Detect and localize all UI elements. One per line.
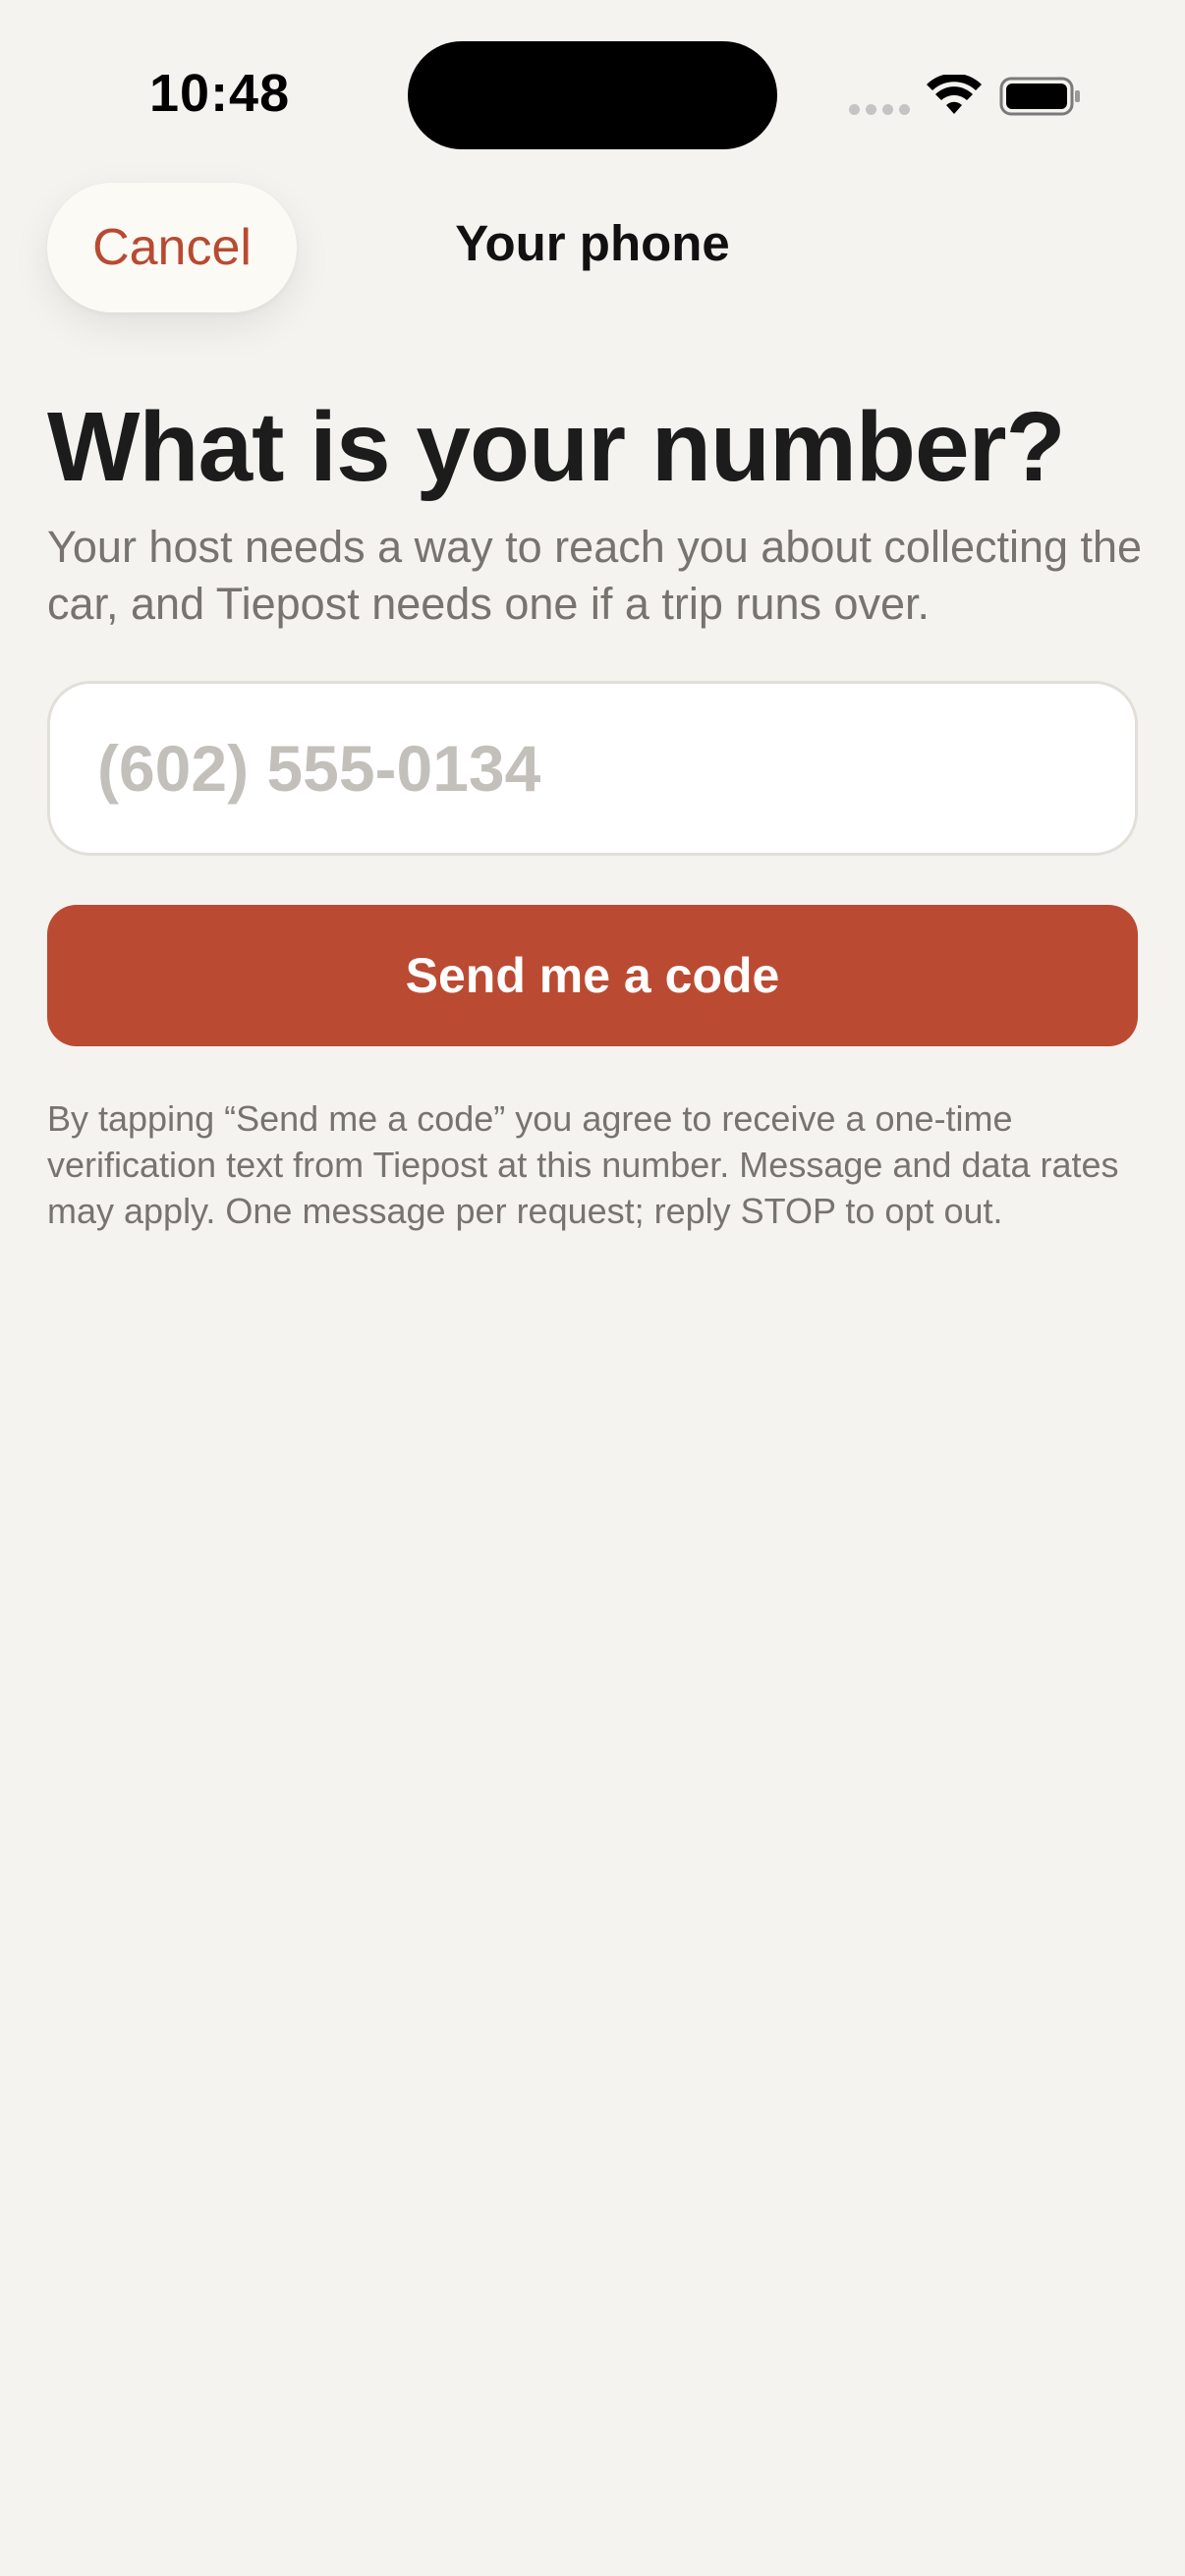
headline: What is your number? <box>47 392 1066 502</box>
status-time: 10:48 <box>149 64 291 123</box>
subhead: Your host needs a way to reach you about… <box>47 522 1143 629</box>
signal-icon <box>849 104 910 115</box>
send-code-button[interactable]: Send me a code <box>47 905 1138 1046</box>
page-title: Your phone <box>455 215 730 271</box>
disclaimer-text: By tapping “Send me a code” you agree to… <box>47 1098 1119 1231</box>
dynamic-island <box>408 41 777 149</box>
phone-number-input[interactable] <box>47 681 1138 856</box>
status-bar: 10:48 <box>0 0 1185 177</box>
wifi-icon <box>927 75 982 114</box>
battery-icon <box>999 77 1080 116</box>
